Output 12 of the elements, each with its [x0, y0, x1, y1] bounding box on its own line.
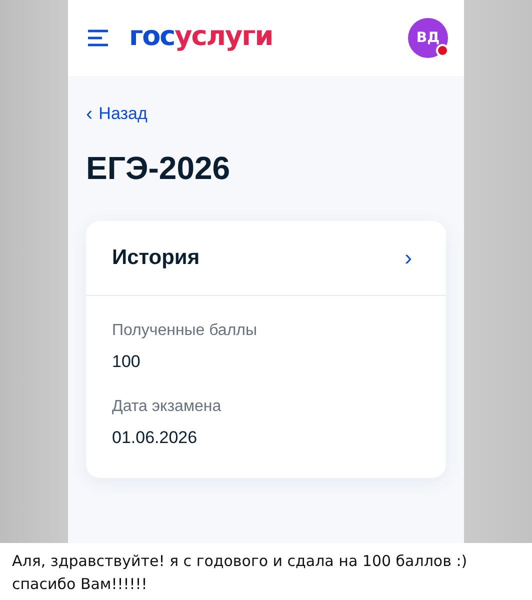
avatar[interactable]: ВД: [408, 18, 448, 58]
page-title: ЕГЭ-2026: [86, 150, 232, 187]
field-value: 01.06.2026: [112, 428, 198, 448]
field-label: Дата экзамена: [112, 398, 222, 416]
chevron-icon: ›: [404, 245, 412, 271]
back-link[interactable]: ‹ Назад: [86, 104, 148, 124]
logo[interactable]: госуслуги: [129, 20, 273, 52]
subject-row[interactable]: История ›: [86, 221, 446, 296]
field-value: 100: [112, 352, 142, 372]
field-label: Полученные баллы: [112, 322, 258, 340]
menu-icon[interactable]: [87, 29, 109, 47]
message-text: Аля, здравствуйте! я с годового и сдала на 100 баллов :) спасибо Вам!!!!!!: [12, 551, 468, 595]
